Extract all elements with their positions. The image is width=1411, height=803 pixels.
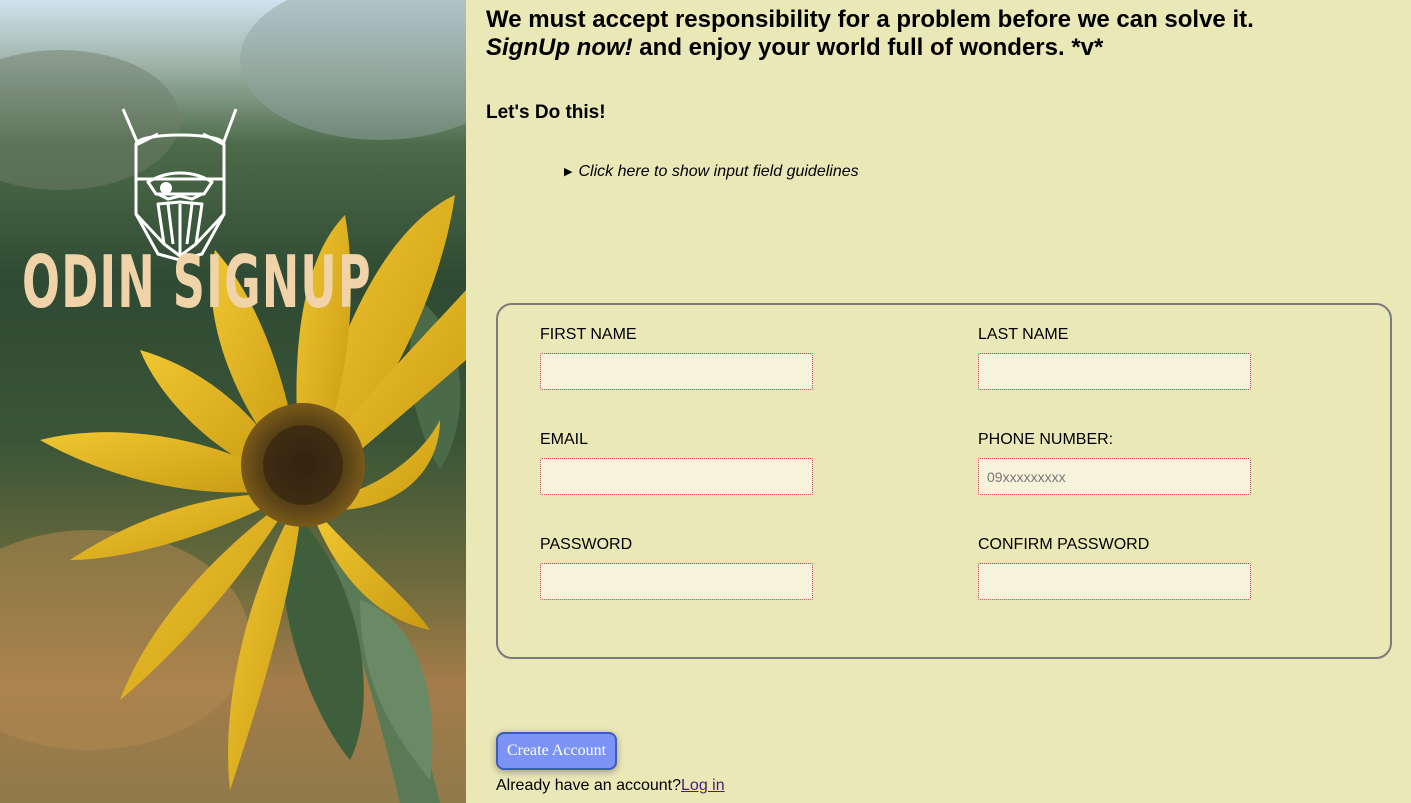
email-label: EMAIL — [540, 431, 589, 448]
triangle-right-icon: ▶ — [564, 166, 573, 178]
headline-line-2-rest: and enjoy your world full of wonders. *v… — [632, 34, 1104, 61]
page-headline: We must accept responsibility for a prob… — [486, 6, 1254, 62]
last-name-label: LAST NAME — [978, 326, 1069, 343]
signup-now-emphasis: SignUp now! — [486, 34, 633, 61]
phone-number-label: PHONE NUMBER: — [978, 431, 1114, 448]
password-input[interactable] — [540, 563, 813, 600]
login-prompt-text: Already have an account? — [496, 777, 682, 794]
login-prompt: Already have an account?Log in — [496, 777, 725, 795]
guidelines-label: Click here to show input field guideline… — [578, 163, 859, 180]
first-name-input[interactable] — [540, 353, 813, 390]
confirm-password-input[interactable] — [978, 563, 1251, 600]
login-link[interactable]: Log in — [681, 777, 725, 794]
first-name-label: FIRST NAME — [540, 326, 637, 343]
last-name-input[interactable] — [978, 353, 1251, 390]
brand-title: ODIN SIGNUP — [22, 240, 372, 324]
signup-form: FIRST NAME LAST NAME EMAIL PHONE NUMBER:… — [496, 303, 1392, 659]
create-account-button[interactable]: Create Account — [496, 732, 617, 770]
phone-number-input[interactable] — [978, 458, 1251, 495]
guidelines-toggle[interactable]: ▶ Click here to show input field guidelin… — [564, 163, 859, 181]
headline-line-1: We must accept responsibility for a prob… — [486, 6, 1254, 33]
signup-page: ODIN SIGNUP We must accept responsibilit… — [0, 0, 1411, 803]
password-label: PASSWORD — [540, 536, 633, 553]
confirm-password-label: CONFIRM PASSWORD — [978, 536, 1150, 553]
form-subheading: Let's Do this! — [486, 102, 606, 123]
hero-image: ODIN SIGNUP — [0, 0, 466, 803]
headline-line-2: SignUp now! and enjoy your world full of… — [486, 34, 1254, 62]
main-content: We must accept responsibility for a prob… — [466, 0, 1411, 803]
email-input[interactable] — [540, 458, 813, 495]
